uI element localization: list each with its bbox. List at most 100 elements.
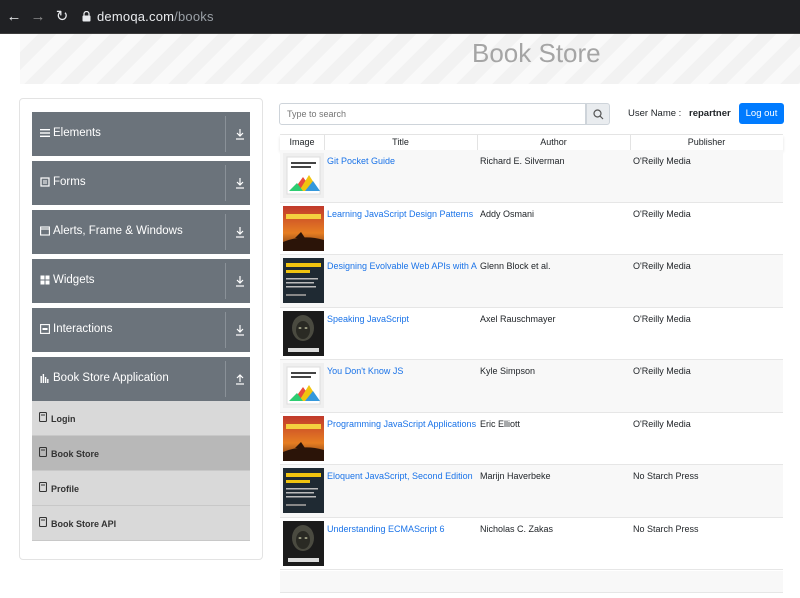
header-banner [20, 34, 800, 84]
book-author: Nicholas C. Zakas [480, 523, 554, 534]
table-row: Speaking JavaScript Axel Rauschmayer O'Rei… [280, 308, 783, 360]
window-icon [40, 226, 50, 236]
sidebar-group-widgets[interactable]: Widgets [32, 259, 250, 303]
logout-button[interactable]: Log out [739, 103, 784, 124]
book-publisher: O'Reilly Media [633, 261, 691, 271]
bar-chart-icon [40, 374, 49, 383]
book-author: Eric Elliott [480, 418, 521, 429]
download-arrow-icon [236, 325, 244, 336]
book-cover-image [283, 468, 324, 513]
book-cover-image [283, 258, 324, 303]
user-name-value: repartner [689, 108, 731, 119]
book-icon [39, 517, 47, 527]
table-row: Learning JavaScript Design Patterns Addy … [280, 203, 783, 255]
book-title-link[interactable]: Designing Evolvable Web APIs with ASP.NE… [327, 261, 477, 271]
hamburger-icon [40, 129, 50, 137]
sidebar: Elements Forms Alerts, Frame & Windows W… [19, 98, 263, 560]
book-cover-image [283, 520, 324, 566]
book-icon [39, 447, 47, 457]
sidebar-group-forms[interactable]: Forms [32, 161, 250, 205]
sidebar-item-login[interactable]: Login [32, 401, 250, 436]
table-row: Eloquent JavaScript, Second Edition Marij… [280, 465, 783, 518]
table-row-empty [280, 571, 783, 593]
book-title-link[interactable]: Programming JavaScript Applications [327, 419, 477, 429]
table-header: Image Title Author Publisher [280, 135, 783, 150]
sidebar-group-label: Forms [53, 176, 86, 188]
sidebar-group-label: Interactions [53, 323, 113, 335]
form-icon [40, 177, 50, 187]
book-author: Marijn Haverbeke [480, 471, 551, 481]
column-header-publisher[interactable]: Publisher [630, 137, 783, 147]
url-path: /books [174, 9, 214, 24]
book-publisher: No Starch Press [633, 471, 699, 481]
table-row: You Don't Know JS Kyle Simpson O'Reilly Me… [280, 360, 783, 413]
sidebar-group-alerts[interactable]: Alerts, Frame & Windows [32, 210, 250, 254]
book-cover-image [283, 310, 324, 356]
sidebar-group-book-store-application[interactable]: Book Store Application [32, 357, 250, 401]
search-input[interactable] [279, 103, 586, 125]
table-row: Designing Evolvable Web APIs with ASP.NE… [280, 255, 783, 308]
table-row: Understanding ECMAScript 6 Nicholas C. Za… [280, 518, 783, 570]
book-author: Axel Rauschmayer [480, 313, 556, 324]
column-header-title[interactable]: Title [324, 137, 477, 147]
book-icon [39, 482, 47, 492]
browser-toolbar: ← → ↻ demoqa.com/books [0, 0, 800, 34]
book-title-link[interactable]: You Don't Know JS [327, 366, 477, 376]
sidebar-item-label: Book Store [51, 449, 100, 459]
reload-icon[interactable]: ↻ [52, 7, 72, 27]
divider [225, 214, 226, 250]
book-title-link[interactable]: Learning JavaScript Design Patterns [327, 209, 477, 219]
book-title-link[interactable]: Eloquent JavaScript, Second Edition [327, 471, 477, 481]
book-cover-image [283, 415, 324, 461]
column-header-image[interactable]: Image [280, 137, 324, 147]
upload-arrow-icon [236, 374, 244, 385]
download-arrow-icon [236, 129, 244, 140]
sidebar-item-profile[interactable]: Profile [32, 471, 250, 506]
book-publisher: No Starch Press [633, 523, 699, 534]
book-title-link[interactable]: Git Pocket Guide [327, 156, 477, 166]
book-title-link[interactable]: Speaking JavaScript [327, 314, 477, 324]
download-arrow-icon [236, 178, 244, 189]
download-arrow-icon [236, 227, 244, 238]
page-title: Book Store [472, 38, 601, 68]
book-publisher: O'Reilly Media [633, 156, 691, 166]
book-publisher: O'Reilly Media [633, 418, 691, 429]
user-name-label: User Name : [628, 108, 682, 119]
book-title-link[interactable]: Understanding ECMAScript 6 [327, 524, 477, 534]
sidebar-item-book-store[interactable]: Book Store [32, 436, 250, 471]
search-button[interactable] [586, 103, 610, 125]
sidebar-item-label: Book Store API [51, 519, 117, 529]
book-publisher: O'Reilly Media [633, 313, 691, 324]
divider [225, 116, 226, 152]
book-author: Glenn Block et al. [480, 261, 551, 271]
book-author: Addy Osmani [480, 208, 535, 219]
download-arrow-icon [236, 276, 244, 287]
sidebar-item-label: Login [51, 414, 76, 424]
address-bar[interactable]: demoqa.com/books [97, 9, 214, 24]
book-cover-image [283, 153, 324, 198]
divider [225, 312, 226, 348]
books-table: Image Title Author Publisher Git Pocket … [280, 134, 783, 598]
column-header-author[interactable]: Author [477, 137, 630, 147]
sidebar-item-book-store-api[interactable]: Book Store API [32, 506, 250, 541]
sidebar-group-label: Alerts, Frame & Windows [53, 225, 183, 237]
forward-arrow-icon[interactable]: → [28, 7, 48, 27]
book-publisher: O'Reilly Media [633, 208, 691, 219]
sidebar-group-label: Book Store Application [53, 372, 169, 384]
divider [225, 263, 226, 299]
back-arrow-icon[interactable]: ← [4, 7, 24, 27]
sidebar-group-label: Elements [53, 127, 101, 139]
divider [225, 165, 226, 201]
grid-icon [40, 275, 50, 285]
book-publisher: O'Reilly Media [633, 366, 691, 376]
book-author: Richard E. Silverman [480, 156, 565, 166]
sidebar-group-elements[interactable]: Elements [32, 112, 250, 156]
search-icon [593, 109, 604, 120]
book-cover-image [283, 205, 324, 251]
sidebar-group-interactions[interactable]: Interactions [32, 308, 250, 352]
table-row: Git Pocket Guide Richard E. Silverman O'Re… [280, 150, 783, 203]
sidebar-item-label: Profile [51, 484, 80, 494]
url-host: demoqa.com [97, 9, 175, 24]
book-cover-image [283, 363, 324, 408]
divider [225, 361, 226, 397]
